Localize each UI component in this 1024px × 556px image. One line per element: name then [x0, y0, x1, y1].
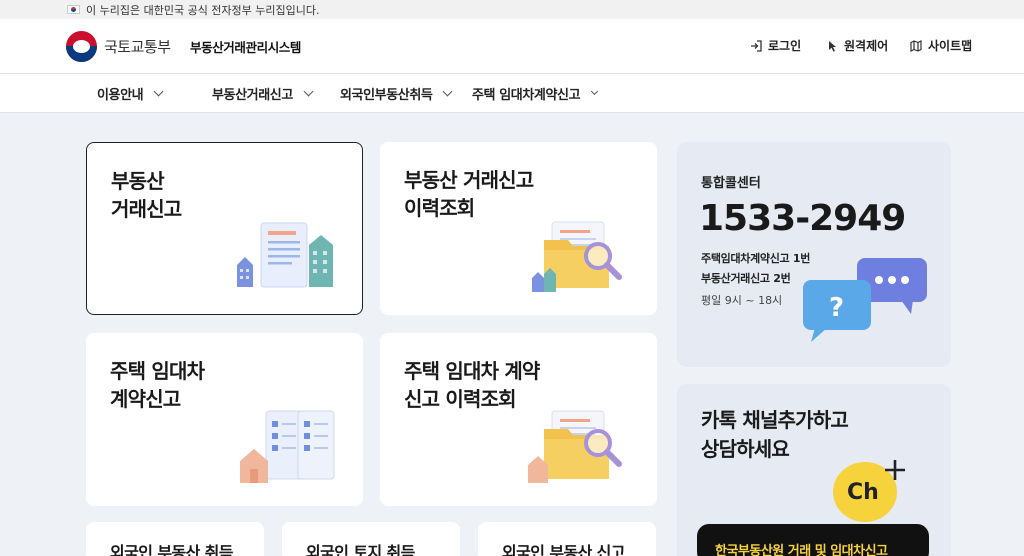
chevron-down-icon: [303, 86, 314, 97]
call-center-panel: 통합콜센터 1533-2949 주택임대차계약신고 1번 부동산거래신고 2번 …: [677, 142, 951, 367]
header: 국토교통부 부동산거래관리시스템 로그인 원격제어 사이트맵: [0, 19, 1024, 74]
nav-item-label: 외국인부동산취득: [340, 88, 433, 103]
call-center-label: 통합콜센터: [701, 176, 761, 191]
login-link[interactable]: 로그인: [750, 37, 801, 54]
sitemap-link[interactable]: 사이트맵: [910, 37, 972, 54]
call-center-hours: 평일 9시 ~ 18시: [701, 294, 783, 307]
cursor-icon: [829, 40, 836, 52]
ministry-name[interactable]: 국토교통부: [104, 36, 171, 57]
login-label: 로그인: [768, 39, 802, 53]
login-icon: [751, 39, 762, 52]
remote-control-link[interactable]: 원격제어: [828, 37, 888, 54]
card-foreigner-property-acquisition[interactable]: 외국인 부동산 취득: [86, 522, 264, 556]
kakao-panel[interactable]: 카톡 채널추가하고 상담하세요 Ch 한국부동산원 거래 및 임대차신고: [677, 384, 951, 556]
kakao-channel-badge: Ch: [847, 480, 879, 505]
card-lease-history[interactable]: 주택 임대차 계약 신고 이력조회: [380, 333, 657, 506]
card-title: 부동산 거래신고 이력조회: [404, 168, 534, 220]
call-center-number[interactable]: 1533-2949: [699, 198, 906, 239]
system-name[interactable]: 부동산거래관리시스템: [190, 37, 301, 56]
sitemap-label: 사이트맵: [928, 39, 973, 53]
card-transaction-report[interactable]: 부동산 거래신고: [86, 142, 363, 315]
gov-banner-text: 이 누리집은 대한민국 공식 전자정부 누리집입니다.: [86, 3, 320, 17]
kakao-title: 카톡 채널추가하고 상담하세요: [701, 408, 849, 461]
card-title: 주택 임대차 계약신고: [110, 359, 205, 411]
card-lease-report[interactable]: 주택 임대차 계약신고: [86, 333, 363, 506]
card-title: 외국인 부동산 신고: [502, 543, 626, 556]
ministry-logo-icon[interactable]: [66, 31, 97, 62]
card-title: 외국인 부동산 취득: [110, 543, 234, 556]
speech-bubbles-illustration: ?: [803, 258, 927, 342]
folder-magnifier-illustration: [532, 221, 622, 292]
checklist-house-illustration: [240, 410, 335, 483]
chevron-down-icon: [591, 87, 599, 96]
plus-icon: [885, 460, 905, 480]
card-foreigner-property-report[interactable]: 외국인 부동산 신고: [478, 522, 656, 556]
card-title: 외국인 토지 취득: [306, 543, 415, 556]
card-transaction-history[interactable]: 부동산 거래신고 이력조회: [380, 142, 657, 315]
chevron-down-icon: [153, 86, 164, 97]
nav-item-foreigner-acquisition[interactable]: 외국인부동산취득: [340, 84, 453, 103]
remote-control-label: 원격제어: [844, 39, 889, 53]
call-center-line2: 부동산거래신고 2번: [701, 272, 791, 285]
chevron-down-icon: [443, 86, 453, 97]
gov-banner: 이 누리집은 대한민국 공식 전자정부 누리집입니다.: [0, 0, 1024, 19]
nav-item-label: 부동산거래신고: [212, 88, 293, 103]
kakao-banner[interactable]: 한국부동산원 거래 및 임대차신고: [697, 524, 929, 556]
nav-item-guide[interactable]: 이용안내: [97, 84, 164, 103]
card-foreigner-land-acquisition[interactable]: 외국인 토지 취득: [282, 522, 460, 556]
main-navigation: 이용안내 부동산거래신고 외국인부동산취득 주택 임대차계약신고: [0, 74, 1024, 113]
card-title: 부동산 거래신고: [111, 169, 182, 221]
card-title: 주택 임대차 계약 신고 이력조회: [404, 359, 540, 411]
korea-flag-icon: [67, 5, 80, 14]
nav-item-label: 주택 임대차계약신고: [472, 88, 581, 103]
nav-item-label: 이용안내: [97, 88, 144, 103]
nav-item-lease-report[interactable]: 주택 임대차계약신고: [472, 84, 599, 103]
folder-magnifier-house-illustration: [528, 410, 622, 483]
svg-text:?: ?: [829, 293, 844, 323]
nav-item-transaction-report[interactable]: 부동산거래신고: [212, 84, 314, 103]
document-buildings-illustration: [237, 222, 333, 288]
map-icon: [910, 39, 922, 52]
call-center-line1: 주택임대차계약신고 1번: [701, 252, 811, 265]
